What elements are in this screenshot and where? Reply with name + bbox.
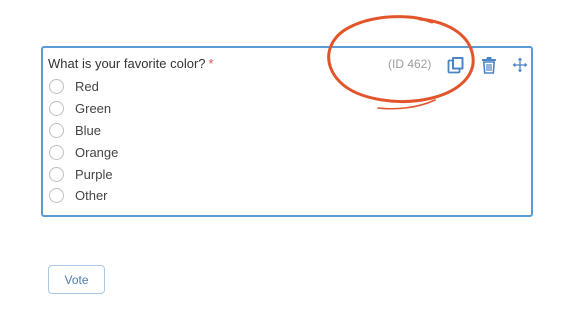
radio-button[interactable] — [49, 101, 64, 117]
question-title: What is your favorite color? * — [48, 56, 214, 71]
trash-icon-graphic — [482, 57, 496, 74]
option-label: Purple — [75, 166, 113, 182]
radio-button[interactable] — [49, 122, 64, 138]
radio-button[interactable] — [49, 188, 64, 204]
trash-icon[interactable] — [479, 55, 499, 75]
move-icon-graphic — [512, 57, 528, 73]
question-id-label: (ID 462) — [388, 57, 432, 71]
option-item-red[interactable]: Red — [49, 76, 118, 98]
radio-button[interactable] — [49, 144, 64, 160]
move-icon[interactable] — [510, 55, 530, 75]
copy-icon-graphic — [447, 57, 464, 74]
option-label: Green — [75, 101, 112, 117]
option-item-purple[interactable]: Purple — [49, 163, 118, 185]
option-label: Blue — [75, 122, 102, 138]
question-title-text: What is your favorite color? — [48, 56, 206, 71]
option-item-other[interactable]: Other — [49, 185, 118, 207]
option-item-green[interactable]: Green — [49, 98, 118, 120]
option-item-blue[interactable]: Blue — [49, 120, 118, 142]
option-label: Orange — [75, 144, 119, 160]
option-list: Red Green Blue Orange Purple Other — [49, 76, 118, 207]
vote-button[interactable]: Vote — [48, 265, 105, 294]
radio-button[interactable] — [49, 79, 64, 95]
option-item-orange[interactable]: Orange — [49, 141, 118, 163]
question-card[interactable]: What is your favorite color?* (ID 462) — [41, 46, 533, 217]
copy-icon[interactable] — [446, 55, 466, 75]
option-label: Red — [75, 79, 99, 95]
option-label: Other — [75, 188, 108, 204]
radio-button[interactable] — [49, 166, 64, 182]
required-marker: * — [208, 56, 214, 71]
